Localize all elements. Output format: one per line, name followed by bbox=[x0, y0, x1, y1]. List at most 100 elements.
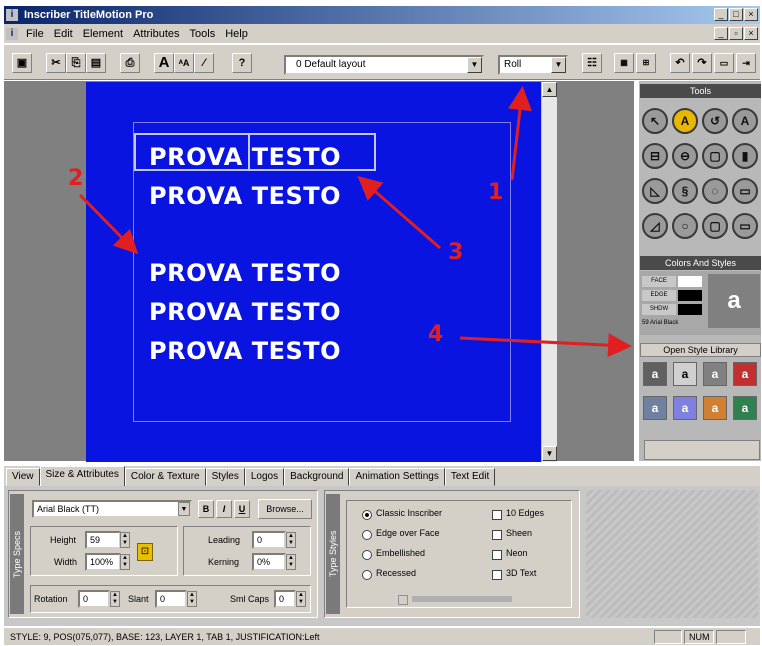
style-thumb[interactable]: a bbox=[703, 396, 727, 420]
checkbox-10-edges[interactable] bbox=[492, 510, 502, 520]
ellipse-tool-icon[interactable]: ⊖ bbox=[672, 143, 698, 169]
tab-styles[interactable]: Styles bbox=[205, 468, 245, 486]
tools-panel-title: Tools bbox=[640, 84, 761, 98]
style-thumb[interactable]: a bbox=[703, 362, 727, 386]
rotate-tool-icon[interactable]: ↺ bbox=[702, 108, 728, 134]
style-thumb[interactable]: a bbox=[643, 362, 667, 386]
triangle-tool-icon[interactable]: ◺ bbox=[642, 178, 668, 204]
cylinder-tool-icon[interactable]: ⊟ bbox=[642, 143, 668, 169]
open-style-library-button[interactable]: Open Style Library bbox=[640, 343, 761, 357]
edge-swatch[interactable] bbox=[678, 290, 702, 301]
font-select[interactable]: Arial Black (TT) bbox=[32, 500, 192, 518]
circle-tool-icon[interactable]: ○ bbox=[672, 213, 698, 239]
leading-spinner[interactable]: ▲ ▼ bbox=[286, 532, 296, 548]
text-style-tool-icon[interactable]: A bbox=[732, 108, 758, 134]
width-field[interactable]: 100% bbox=[85, 553, 121, 571]
face-label: FACE bbox=[642, 276, 676, 287]
width-label: Width bbox=[54, 557, 78, 567]
underline-button[interactable]: U bbox=[234, 500, 250, 518]
annotation-label-1: 1 bbox=[488, 180, 504, 205]
num-indicator: NUM bbox=[684, 630, 714, 644]
panel-footer bbox=[644, 440, 760, 460]
tab-logos[interactable]: Logos bbox=[244, 468, 285, 486]
smallcaps-field[interactable]: 0 bbox=[274, 590, 296, 608]
leading-label: Leading bbox=[208, 535, 241, 545]
arc-tool-icon[interactable]: ◌ bbox=[702, 178, 728, 204]
disabled-checkbox bbox=[398, 595, 408, 605]
checkbox-neon[interactable] bbox=[492, 550, 502, 560]
polygon-tool-icon[interactable]: ◿ bbox=[642, 213, 668, 239]
radio-classic-inscriber[interactable] bbox=[362, 510, 372, 520]
pointer-tool-icon[interactable]: ↖ bbox=[642, 108, 668, 134]
bars-tool-icon[interactable]: ▮ bbox=[732, 143, 758, 169]
lock-icon[interactable]: ⊡ bbox=[137, 543, 153, 561]
height-spinner[interactable]: ▲ ▼ bbox=[120, 532, 130, 548]
style-thumb[interactable]: a bbox=[673, 396, 697, 420]
tab-background[interactable]: Background bbox=[284, 468, 350, 486]
slant-spinner[interactable]: ▲ ▼ bbox=[187, 591, 197, 607]
rect-tool-icon[interactable]: ▭ bbox=[732, 178, 758, 204]
radio-label: Recessed bbox=[376, 568, 417, 578]
checkbox-label: 10 Edges bbox=[506, 508, 545, 518]
rounded-rect-tool-icon[interactable]: ▢ bbox=[702, 213, 728, 239]
bold-button[interactable]: B bbox=[198, 500, 214, 518]
browse-button[interactable]: Browse... bbox=[258, 499, 312, 519]
square-tool-icon[interactable]: ▢ bbox=[702, 143, 728, 169]
slant-field[interactable]: 0 bbox=[155, 590, 187, 608]
checkbox-label: Sheen bbox=[506, 528, 533, 538]
style-font-label: 59 Arial Black bbox=[642, 320, 679, 326]
radio-embellished[interactable] bbox=[362, 550, 372, 560]
radio-label: Edge over Face bbox=[376, 528, 440, 538]
tab-color-texture[interactable]: Color & Texture bbox=[124, 468, 206, 486]
arrow-4 bbox=[459, 333, 632, 358]
radio-label: Classic Inscriber bbox=[376, 508, 443, 518]
face-swatch[interactable] bbox=[678, 276, 702, 287]
checkbox-label: Neon bbox=[506, 548, 528, 558]
edge-label: EDGE bbox=[642, 290, 676, 301]
spiral-tool-icon[interactable]: § bbox=[672, 178, 698, 204]
radio-edge-over-face[interactable] bbox=[362, 530, 372, 540]
tab-size-attributes[interactable]: Size & Attributes bbox=[39, 466, 125, 486]
status-pane bbox=[716, 630, 746, 644]
style-thumb[interactable]: a bbox=[733, 396, 757, 420]
chevron-down-icon[interactable]: ▼ bbox=[178, 502, 190, 516]
status-bar: STYLE: 9, POS(075,077), BASE: 123, LAYER… bbox=[4, 627, 760, 645]
rotation-field[interactable]: 0 bbox=[78, 590, 110, 608]
arrow-2 bbox=[78, 193, 139, 255]
checkbox-3d-text[interactable] bbox=[492, 570, 502, 580]
style-thumb[interactable]: a bbox=[733, 362, 757, 386]
shadow-swatch[interactable] bbox=[678, 304, 702, 315]
status-pane bbox=[654, 630, 682, 644]
checkbox-sheen[interactable] bbox=[492, 530, 502, 540]
arrow-3 bbox=[357, 176, 441, 250]
radio-recessed[interactable] bbox=[362, 570, 372, 580]
tab-text-edit[interactable]: Text Edit bbox=[444, 468, 496, 486]
text-tool-icon[interactable]: A bbox=[672, 108, 698, 134]
frame-tool-icon[interactable]: ▭ bbox=[732, 213, 758, 239]
height-field[interactable]: 59 bbox=[85, 531, 121, 549]
type-specs-label: Type Specs bbox=[10, 494, 24, 614]
radio-label: Embellished bbox=[376, 548, 426, 558]
annotation-label-2: 2 bbox=[68, 166, 84, 191]
width-spinner[interactable]: ▲ ▼ bbox=[120, 554, 130, 570]
shadow-label: SHDW bbox=[642, 304, 676, 315]
style-thumb[interactable]: a bbox=[643, 396, 667, 420]
kerning-field[interactable]: 0% bbox=[252, 553, 286, 571]
annotation-label-3: 3 bbox=[448, 240, 464, 265]
annotation-label-4: 4 bbox=[428, 322, 444, 347]
lower-right-texture bbox=[586, 490, 758, 618]
rotation-spinner[interactable]: ▲ ▼ bbox=[110, 591, 120, 607]
tab-view[interactable]: View bbox=[6, 468, 40, 486]
kerning-spinner[interactable]: ▲ ▼ bbox=[286, 554, 296, 570]
type-styles-label: Type Styles bbox=[326, 494, 340, 614]
kerning-label: Kerning bbox=[208, 557, 240, 567]
smallcaps-spinner[interactable]: ▲ ▼ bbox=[296, 591, 306, 607]
slant-label: Slant bbox=[128, 594, 149, 604]
style-preview[interactable]: a bbox=[708, 274, 760, 328]
tab-animation-settings[interactable]: Animation Settings bbox=[349, 468, 445, 486]
style-thumb[interactable]: a bbox=[673, 362, 697, 386]
leading-field[interactable]: 0 bbox=[252, 531, 286, 549]
italic-button[interactable]: I bbox=[216, 500, 232, 518]
status-text: STYLE: 9, POS(075,077), BASE: 123, LAYER… bbox=[10, 632, 320, 642]
checkbox-label: 3D Text bbox=[506, 568, 537, 578]
